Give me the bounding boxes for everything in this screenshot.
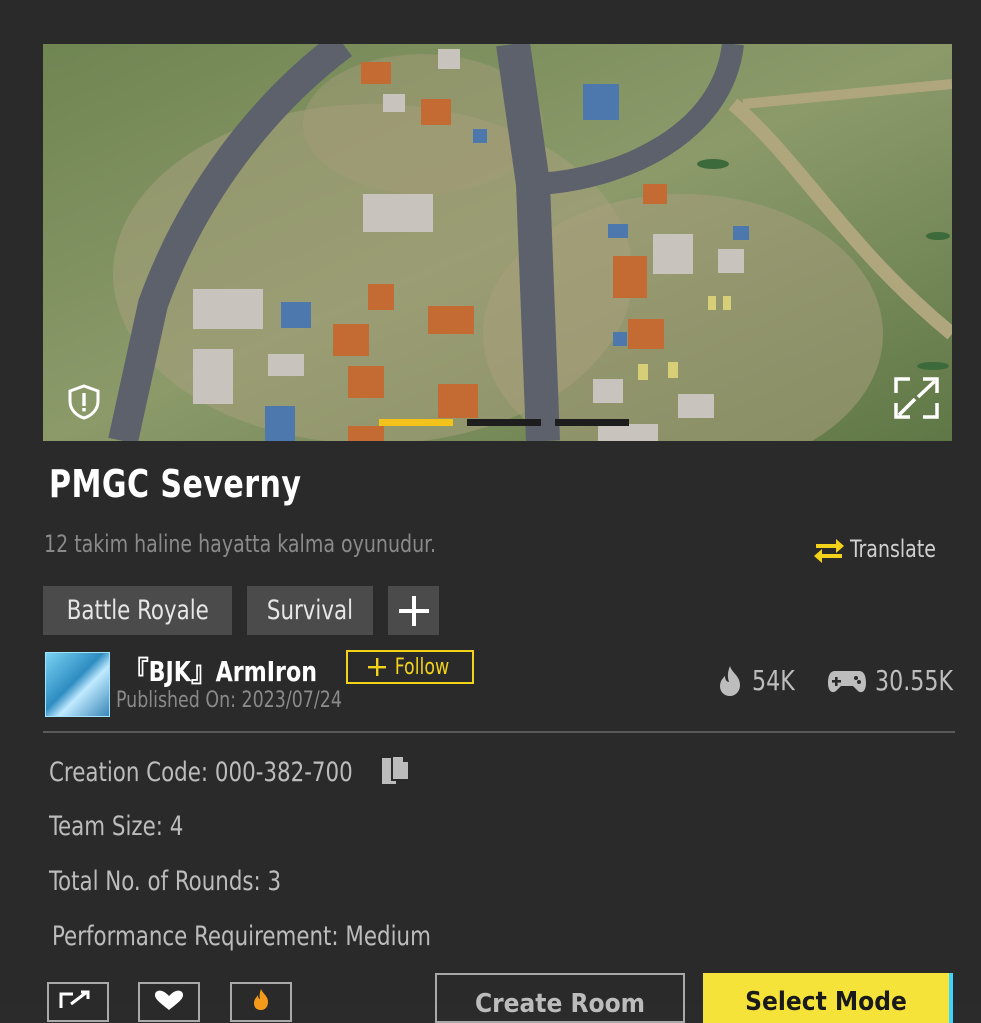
map-preview-image[interactable]	[43, 44, 952, 441]
translate-button[interactable]: Translate	[812, 532, 948, 566]
carousel-dot[interactable]	[555, 419, 629, 426]
share-button[interactable]	[47, 982, 109, 1022]
map-description: 12 takim haline hayatta kalma oyunudur.	[44, 530, 437, 558]
creation-code: Creation Code: 000-382-700	[49, 757, 353, 788]
select-mode-label: Select Mode	[745, 987, 907, 1017]
map-detail-panel: PMGC Severny 12 takim haline hayatta kal…	[0, 0, 981, 1023]
flame-icon	[720, 665, 740, 696]
gamepad-icon	[827, 670, 866, 692]
image-carousel-indicator	[379, 419, 629, 426]
plus-icon	[367, 658, 386, 676]
map-aerial-view	[43, 44, 952, 441]
select-mode-button[interactable]: Select Mode	[703, 973, 953, 1023]
popularity-count: 54K	[752, 664, 795, 697]
plays-count: 30.55K	[874, 664, 953, 697]
tag-survival[interactable]: Survival	[247, 586, 374, 635]
follow-button[interactable]: Follow	[346, 650, 474, 684]
performance-requirement: Performance Requirement: Medium	[52, 921, 431, 952]
published-date: Published On: 2023/07/24	[116, 688, 342, 713]
follow-label: Follow	[394, 654, 450, 680]
divider	[43, 731, 955, 733]
author-name[interactable]: 『BJK』ArmIron	[124, 650, 317, 690]
author-avatar[interactable]	[45, 652, 110, 717]
tag-label: Battle Royale	[66, 595, 209, 626]
swap-arrows-icon	[814, 539, 844, 563]
heart-icon	[155, 990, 183, 1010]
shield-alert-icon[interactable]	[66, 384, 102, 420]
favorite-button[interactable]	[138, 982, 200, 1022]
map-stats: 54K 30.55K	[716, 664, 963, 697]
add-tag-button[interactable]	[388, 586, 440, 635]
carousel-dot[interactable]	[379, 419, 453, 426]
copy-icon[interactable]	[378, 754, 412, 788]
plus-icon	[398, 595, 429, 626]
tag-label: Survival	[267, 595, 354, 626]
carousel-dot[interactable]	[467, 419, 541, 426]
upvote-button[interactable]	[230, 982, 292, 1022]
creation-code-row: Creation Code: 000-382-700	[49, 757, 353, 788]
share-icon	[59, 990, 90, 1008]
translate-label: Translate	[850, 535, 936, 563]
create-room-label: Create Room	[474, 989, 646, 1019]
tag-list: Battle Royale Survival	[43, 586, 440, 635]
expand-icon[interactable]	[894, 377, 939, 419]
create-room-button[interactable]: Create Room	[435, 973, 685, 1023]
team-size: Team Size: 4	[49, 811, 184, 842]
total-rounds: Total No. of Rounds: 3	[49, 866, 282, 897]
flame-badge-icon	[254, 989, 268, 1010]
map-title: PMGC Severny	[49, 462, 302, 506]
tag-battle-royale[interactable]: Battle Royale	[43, 586, 233, 635]
